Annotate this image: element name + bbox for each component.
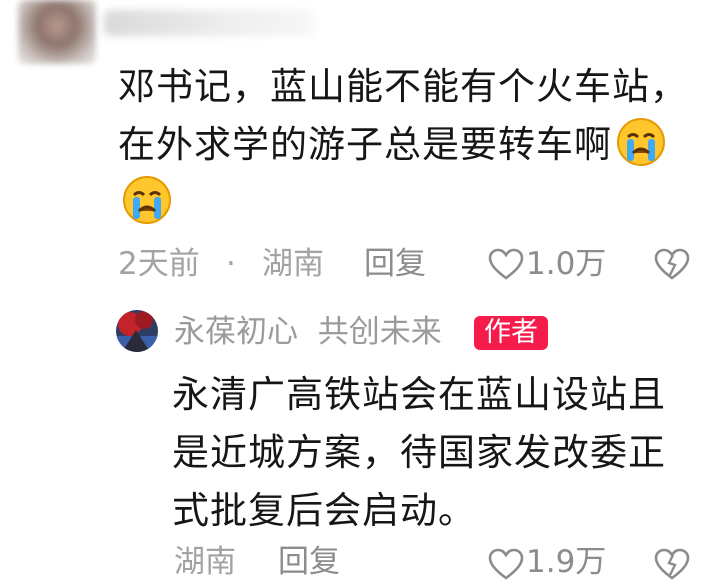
- heart-outline-icon: [488, 548, 524, 580]
- reply-avatar[interactable]: [116, 310, 158, 352]
- dislike-heart-icon: [654, 248, 690, 280]
- comment-reply-button[interactable]: 回复: [364, 244, 426, 284]
- crying-face-emoji: [122, 175, 172, 225]
- comment-text: 邓书记，蓝山能不能有个火车站，在外求学的游子总是要转车啊: [118, 65, 688, 166]
- comment-dislike-button[interactable]: [654, 248, 690, 284]
- comment-like-count: 1.0万: [526, 246, 607, 282]
- commenter-avatar[interactable]: [18, 0, 96, 64]
- comment-body: 邓书记，蓝山能不能有个火车站，在外求学的游子总是要转车啊: [118, 58, 688, 232]
- comment-time: 2天前: [118, 246, 200, 282]
- reply-location: 湖南: [174, 544, 236, 580]
- reply-like-count: 1.9万: [526, 544, 607, 580]
- commenter-name-blurred[interactable]: [104, 10, 314, 36]
- heart-outline-icon: [488, 248, 524, 280]
- reply-reply-button[interactable]: 回复: [278, 542, 340, 582]
- crying-face-emoji: [616, 117, 666, 167]
- comment-location: 湖南: [262, 246, 324, 282]
- reply-body: 永清广高铁站会在蓝山设站且是近城方案，待国家发改委正式批复后会启动。: [172, 373, 666, 532]
- author-badge: 作者: [474, 316, 548, 350]
- dislike-heart-icon: [654, 548, 690, 580]
- reply-username[interactable]: 永葆初心 共创未来: [174, 312, 442, 352]
- reply-dislike-button[interactable]: [654, 548, 690, 584]
- meta-separator: ·: [226, 246, 236, 282]
